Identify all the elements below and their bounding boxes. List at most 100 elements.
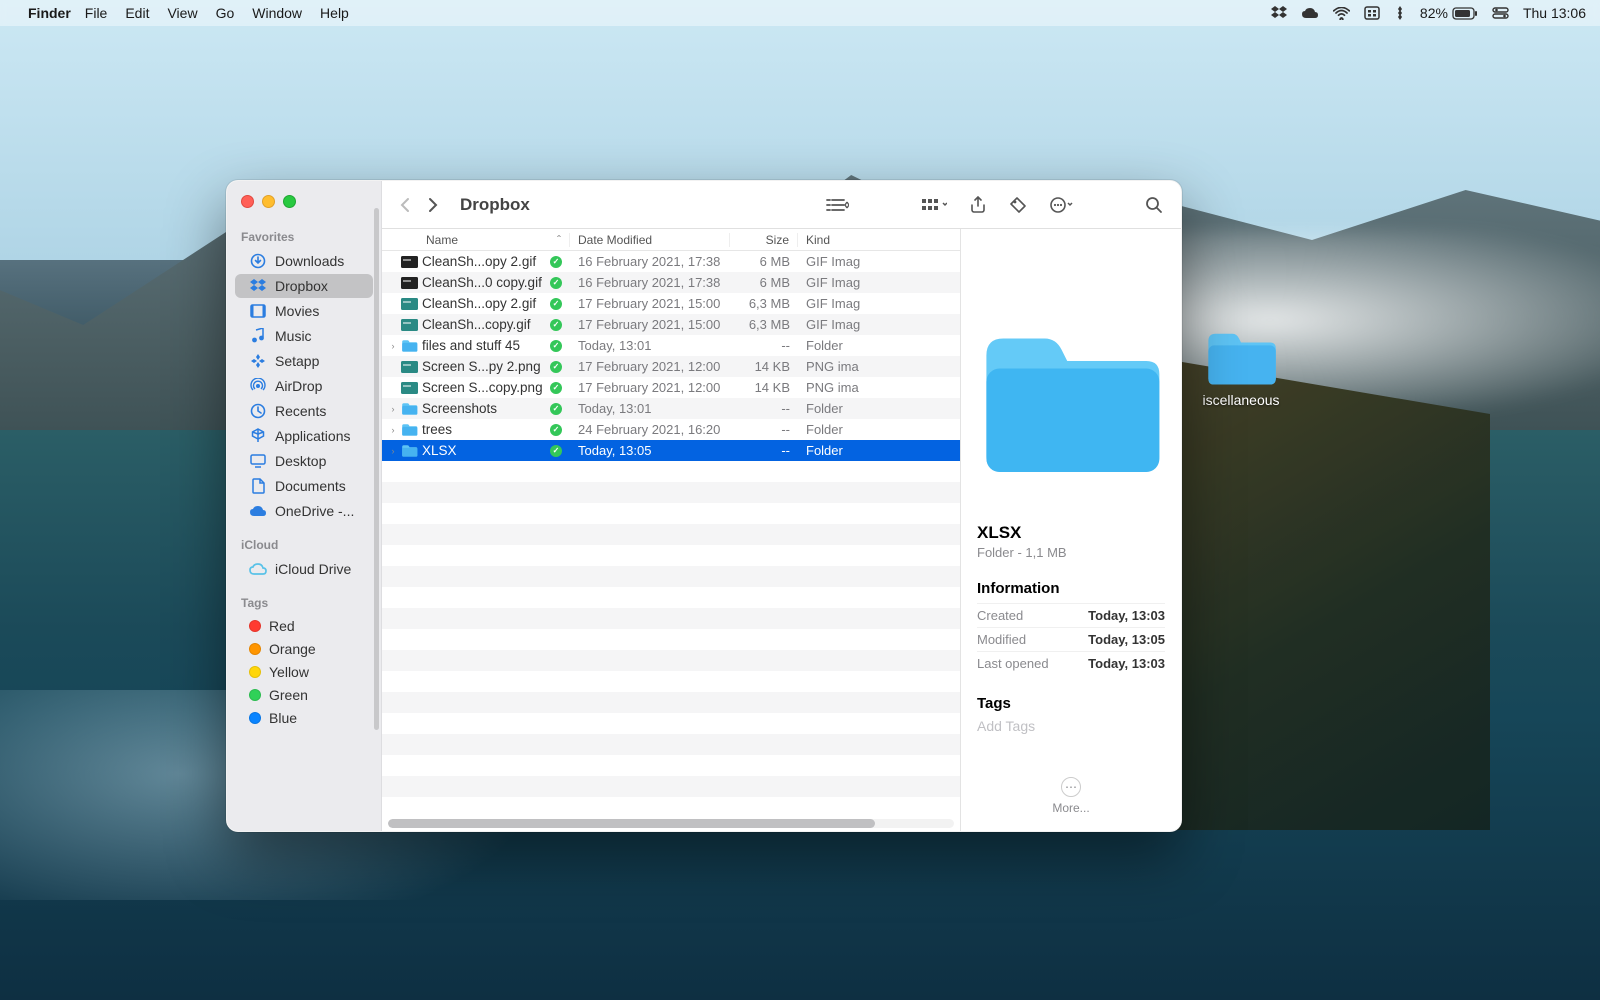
sidebar-item-desktop[interactable]: Desktop (235, 449, 373, 473)
forward-button[interactable] (422, 194, 444, 216)
sync-badge-icon (550, 445, 562, 457)
menu-window[interactable]: Window (252, 5, 302, 21)
zoom-button[interactable] (283, 195, 296, 208)
sidebar-item-blue[interactable]: Blue (235, 707, 373, 729)
search-button[interactable] (1139, 192, 1169, 218)
empty-row (382, 503, 960, 524)
file-row[interactable]: CleanSh...opy 2.gif 16 February 2021, 17… (382, 251, 960, 272)
view-mode-button[interactable] (819, 193, 855, 217)
empty-row (382, 545, 960, 566)
sidebar-item-recents[interactable]: Recents (235, 399, 373, 423)
file-row[interactable]: › files and stuff 45 Today, 13:01 -- Fol… (382, 335, 960, 356)
sidebar-item-dropbox[interactable]: Dropbox (235, 274, 373, 298)
sidebar-item-icloud-drive[interactable]: iCloud Drive (235, 557, 373, 581)
sidebar-item-label: Movies (275, 303, 319, 319)
sync-badge-icon (550, 319, 562, 331)
sidebar-item-airdrop[interactable]: AirDrop (235, 374, 373, 398)
horizontal-scrollbar[interactable] (382, 816, 960, 831)
disclosure-icon[interactable]: › (386, 404, 400, 414)
sidebar-item-yellow[interactable]: Yellow (235, 661, 373, 683)
sidebar-item-documents[interactable]: Documents (235, 474, 373, 498)
status-dropbox-icon[interactable] (1271, 6, 1287, 20)
sidebar-item-applications[interactable]: Applications (235, 424, 373, 448)
preview-add-tags[interactable]: Add Tags (977, 718, 1165, 734)
dropbox-icon (249, 277, 267, 295)
file-size: 6 MB (730, 254, 798, 269)
finder-window: Favorites Downloads Dropbox Movies MusicSet… (226, 180, 1182, 832)
preview-subtitle: Folder - 1,1 MB (977, 545, 1165, 560)
sidebar-item-downloads[interactable]: Downloads (235, 249, 373, 273)
file-row[interactable]: Screen S...py 2.png 17 February 2021, 12… (382, 356, 960, 377)
sidebar-item-label: Dropbox (275, 278, 328, 294)
sidebar-item-movies[interactable]: Movies (235, 299, 373, 323)
file-row[interactable]: Screen S...copy.png 17 February 2021, 12… (382, 377, 960, 398)
sidebar-item-label: Blue (269, 710, 297, 726)
empty-row (382, 608, 960, 629)
status-battery[interactable]: 82% (1420, 5, 1478, 21)
menu-help[interactable]: Help (320, 5, 349, 21)
file-name: CleanSh...0 copy.gif (422, 275, 546, 290)
icloud-icon (249, 560, 267, 578)
status-control-center-icon[interactable] (1492, 7, 1509, 19)
status-extra-icon[interactable] (1394, 6, 1406, 20)
app-menu[interactable]: Finder (28, 5, 71, 21)
sidebar-item-orange[interactable]: Orange (235, 638, 373, 660)
minimize-button[interactable] (262, 195, 275, 208)
preview-info-label: Information (977, 580, 1165, 597)
column-header-kind[interactable]: Kind (798, 233, 960, 247)
sidebar-section-favorites: Favorites (227, 224, 381, 248)
file-kind: Folder (798, 422, 960, 437)
disclosure-icon[interactable]: › (386, 341, 400, 351)
file-row[interactable]: CleanSh...0 copy.gif 16 February 2021, 1… (382, 272, 960, 293)
disclosure-icon[interactable]: › (386, 446, 400, 456)
close-button[interactable] (241, 195, 254, 208)
file-name: CleanSh...copy.gif (422, 317, 546, 332)
empty-row (382, 671, 960, 692)
window-controls (227, 191, 381, 222)
file-row[interactable]: CleanSh...opy 2.gif 17 February 2021, 15… (382, 293, 960, 314)
sidebar-scrollbar[interactable] (374, 208, 379, 730)
sidebar-item-onedrive-[interactable]: OneDrive -... (235, 499, 373, 523)
sidebar-item-label: Applications (275, 428, 351, 444)
column-header-name[interactable]: Nameˆ (382, 233, 570, 247)
finder-main: Dropbox Nameˆ Date Modified Size Kind (382, 181, 1181, 831)
menu-go[interactable]: Go (216, 5, 235, 21)
empty-row (382, 566, 960, 587)
file-row[interactable]: CleanSh...copy.gif 17 February 2021, 15:… (382, 314, 960, 335)
group-button[interactable] (915, 193, 953, 217)
sidebar-item-setapp[interactable]: Setapp (235, 349, 373, 373)
file-size: -- (730, 338, 798, 353)
disclosure-icon[interactable]: › (386, 425, 400, 435)
file-size: -- (730, 422, 798, 437)
battery-percent: 82% (1420, 5, 1448, 21)
file-kind: PNG ima (798, 359, 960, 374)
sidebar-item-red[interactable]: Red (235, 615, 373, 637)
share-button[interactable] (963, 192, 993, 218)
column-header-size[interactable]: Size (730, 233, 798, 247)
status-cloud-icon[interactable] (1301, 7, 1319, 19)
column-header-date[interactable]: Date Modified (570, 233, 730, 247)
menu-view[interactable]: View (167, 5, 197, 21)
tag-button[interactable] (1003, 192, 1033, 218)
preview-more-button[interactable]: ⋯ (1061, 777, 1081, 797)
file-row[interactable]: › XLSX Today, 13:05 -- Folder (382, 440, 960, 461)
recents-icon (249, 402, 267, 420)
back-button[interactable] (394, 194, 416, 216)
status-wifi-icon[interactable] (1333, 7, 1350, 20)
file-date: 16 February 2021, 17:38 (570, 275, 730, 290)
menu-file[interactable]: File (85, 5, 108, 21)
file-row[interactable]: › trees 24 February 2021, 16:20 -- Folde… (382, 419, 960, 440)
file-kind: Folder (798, 443, 960, 458)
file-thumb-icon (400, 275, 418, 291)
status-tile-icon[interactable] (1364, 6, 1380, 20)
file-kind: GIF Imag (798, 296, 960, 311)
menubar-clock[interactable]: Thu 13:06 (1523, 5, 1586, 21)
sidebar-item-music[interactable]: Music (235, 324, 373, 348)
action-button[interactable] (1043, 192, 1079, 218)
sidebar-item-green[interactable]: Green (235, 684, 373, 706)
menu-edit[interactable]: Edit (125, 5, 149, 21)
file-row[interactable]: › Screenshots Today, 13:01 -- Folder (382, 398, 960, 419)
tag-color-icon (249, 666, 261, 678)
sidebar-item-label: Green (269, 687, 308, 703)
desktop-item-folder[interactable]: iscellaneous (1202, 328, 1280, 408)
